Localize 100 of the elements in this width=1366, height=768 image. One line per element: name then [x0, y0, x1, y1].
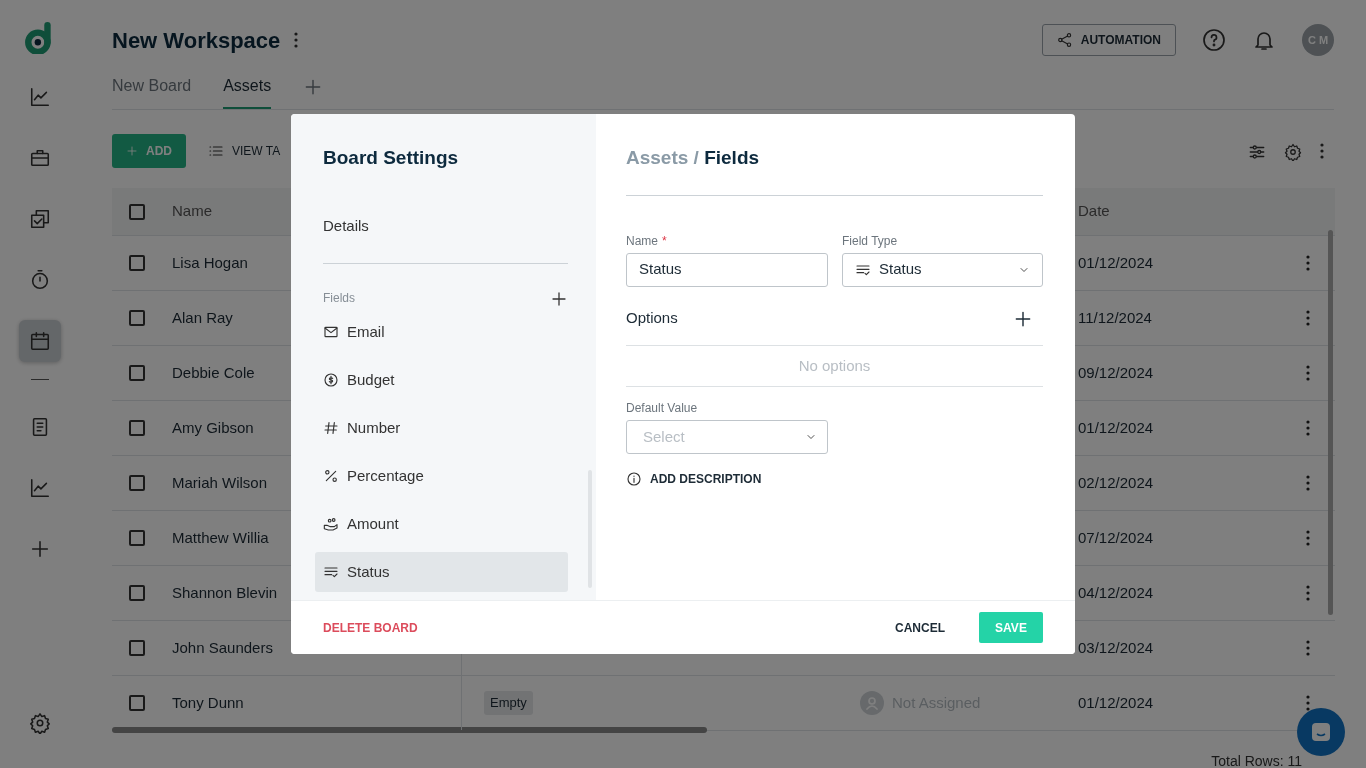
kebab-icon: [294, 32, 299, 48]
table-cell: John Saunders: [172, 638, 273, 656]
table-cell: Shannon Blevin: [172, 583, 278, 601]
calendar-icon: [29, 330, 51, 352]
kebab-icon: [1320, 143, 1324, 159]
plus-icon: [126, 145, 138, 157]
breadcrumb-current: Fields: [704, 147, 760, 168]
chart-icon: [29, 477, 51, 499]
kebab-icon: [1305, 310, 1310, 326]
select-all-checkbox[interactable]: [129, 203, 145, 220]
row-checkbox[interactable]: [129, 420, 145, 436]
column-header: Name: [172, 202, 212, 220]
percent-icon: [323, 468, 339, 484]
row-checkbox[interactable]: [129, 310, 145, 326]
table-cell: Debbie Cole: [172, 363, 255, 381]
kebab-icon: [1305, 420, 1310, 436]
field-type-select[interactable]: Status: [842, 252, 1043, 287]
row-menu-button[interactable]: [1305, 695, 1310, 711]
row-menu-button[interactable]: [1305, 530, 1310, 546]
row-menu-button[interactable]: [1305, 640, 1310, 656]
kebab-icon: [1305, 640, 1310, 656]
table-cell: Amy Gibson: [172, 418, 254, 436]
table-cell-text: 01/12/2024: [1077, 417, 1155, 438]
settings-icon: [29, 712, 51, 734]
row-checkbox[interactable]: [129, 475, 145, 491]
scrollbar[interactable]: [1328, 230, 1333, 615]
dialog-title: Board Settings: [323, 146, 460, 170]
board-tab[interactable]: Assets: [223, 74, 272, 109]
field-item[interactable]: Budget: [315, 360, 568, 400]
more-button[interactable]: [1320, 143, 1324, 159]
chart-icon: [29, 86, 51, 108]
kebab-icon: [1305, 365, 1310, 381]
table-cell-text: 02/12/2024: [1077, 472, 1155, 493]
workspace-title: New Workspace: [112, 26, 281, 55]
kebab-icon: [1305, 695, 1310, 711]
field-item[interactable]: Amount: [315, 504, 568, 544]
empty-message: No options: [626, 344, 1043, 387]
field-item[interactable]: Status: [315, 552, 568, 592]
total-rows: Total Rows: 11: [1211, 751, 1302, 768]
sliders-icon: [1248, 142, 1266, 161]
section-label: Fields: [323, 290, 355, 307]
row-checkbox[interactable]: [129, 585, 145, 601]
details-link[interactable]: Details: [323, 214, 568, 264]
row-menu-button[interactable]: [1305, 310, 1310, 326]
kebab-icon: [1305, 475, 1310, 491]
status-lines-icon: [323, 564, 339, 580]
hand-coins-icon: [323, 516, 339, 532]
field-label: Default Value: [626, 400, 699, 417]
row-menu-button[interactable]: [1305, 585, 1310, 601]
view-button[interactable]: VIEW TA: [202, 141, 287, 161]
row-menu-button[interactable]: [1305, 420, 1310, 436]
help-icon: [1202, 28, 1226, 53]
field-item[interactable]: Email: [315, 312, 568, 352]
timer-icon: [29, 269, 51, 291]
field-item[interactable]: Percentage: [315, 456, 568, 496]
kebab-icon: [1305, 585, 1310, 601]
row-menu-button[interactable]: [1305, 475, 1310, 491]
field-item[interactable]: Number: [315, 408, 568, 448]
table-cell: Matthew Willia: [172, 528, 269, 546]
info-icon: [626, 471, 642, 487]
row-checkbox[interactable]: [129, 695, 145, 711]
row-checkbox[interactable]: [129, 640, 145, 656]
nodes-icon: [1056, 32, 1073, 48]
table-cell-text: 01/12/2024: [1077, 692, 1155, 713]
row-menu-button[interactable]: [1305, 255, 1310, 271]
name-input[interactable]: Status: [626, 252, 828, 287]
table-cell-text: 11/12/2024: [1077, 307, 1153, 328]
table-cell-text: 03/12/2024: [1077, 637, 1155, 658]
table-cell: Mariah Wilson: [172, 473, 268, 491]
chat-icon: [1309, 720, 1333, 744]
coin-icon: [323, 372, 339, 388]
column-header: Date: [1077, 201, 1111, 222]
field-label: Name: [626, 232, 658, 250]
status-tag: Empty: [484, 691, 533, 715]
table-cell-text: 01/12/2024: [1077, 252, 1155, 273]
help-button[interactable]: [1202, 27, 1226, 53]
sidebar-item[interactable]: [19, 320, 61, 362]
required-mark: *: [662, 232, 667, 250]
table-cell: Alan Ray: [172, 308, 233, 326]
briefcase-icon: [29, 147, 51, 169]
row-checkbox[interactable]: [129, 255, 145, 271]
field-label: Field Type: [842, 232, 899, 250]
settings-icon: [1284, 142, 1302, 161]
row-menu-button[interactable]: [1305, 365, 1310, 381]
chat-button[interactable]: [1297, 708, 1345, 756]
section-title: Options: [626, 308, 678, 329]
table-cell-text: 04/12/2024: [1077, 582, 1155, 603]
envelope-icon: [323, 324, 339, 340]
automation-button[interactable]: AUTOMATION: [1041, 24, 1176, 56]
row-checkbox[interactable]: [129, 530, 145, 546]
add-description-button[interactable]: ADD DESCRIPTION: [626, 470, 762, 488]
person-icon: [860, 691, 884, 715]
plus-icon: [29, 538, 51, 560]
checklist-icon: [29, 208, 51, 230]
delete-board-button[interactable]: DELETE BOARD: [323, 618, 418, 637]
scrollbar[interactable]: [112, 727, 707, 733]
table-cell-text: 07/12/2024: [1077, 527, 1155, 548]
row-checkbox[interactable]: [129, 365, 145, 381]
kebab-icon: [1305, 530, 1310, 546]
cancel-button[interactable]: CANCEL: [889, 617, 951, 638]
